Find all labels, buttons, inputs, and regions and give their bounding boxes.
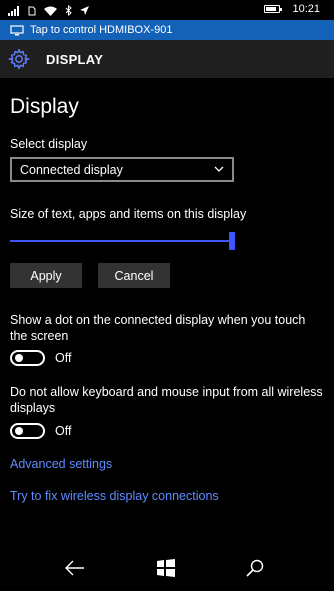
wifi-icon [44,6,57,16]
advanced-settings-link[interactable]: Advanced settings [10,457,112,471]
touch-dot-toggle[interactable] [10,350,45,366]
touch-dot-state: Off [55,351,72,365]
header-title: DISPLAY [46,51,104,67]
apply-button[interactable]: Apply [10,263,82,288]
gear-icon [8,48,30,70]
select-display-label: Select display [10,137,88,151]
slider-thumb[interactable] [229,232,235,250]
block-input-state: Off [55,424,72,438]
projection-banner[interactable]: Tap to control HDMIBOX-901 [0,20,334,40]
location-icon [80,6,89,15]
status-icons [8,4,89,16]
no-sim-icon [28,6,36,16]
cancel-button[interactable]: Cancel [98,263,170,288]
chevron-down-icon [214,166,224,172]
status-time: 10:21 [292,3,320,15]
navigation-bar [0,545,334,591]
bluetooth-icon [65,5,72,16]
battery-icon [264,5,282,13]
display-select-value: Connected display [20,162,123,177]
size-label: Size of text, apps and items on this dis… [10,207,247,221]
banner-text: Tap to control HDMIBOX-901 [30,24,173,36]
signal-icon [8,6,19,16]
fix-connections-link[interactable]: Try to fix wireless display connections [10,489,219,503]
back-icon[interactable] [64,558,86,578]
size-slider[interactable] [10,232,235,252]
block-input-toggle[interactable] [10,423,45,439]
block-input-label: Do not allow keyboard and mouse input fr… [10,385,323,415]
settings-header: DISPLAY [0,40,334,78]
windows-start-icon[interactable] [155,558,177,578]
touch-dot-label: Show a dot on the connected display when… [10,313,306,343]
page-title: Display [10,95,79,118]
status-bar: 10:21 [0,0,334,20]
monitor-icon [10,24,24,35]
search-icon[interactable] [244,558,266,578]
slider-track [10,240,232,242]
display-select[interactable]: Connected display [10,157,234,182]
